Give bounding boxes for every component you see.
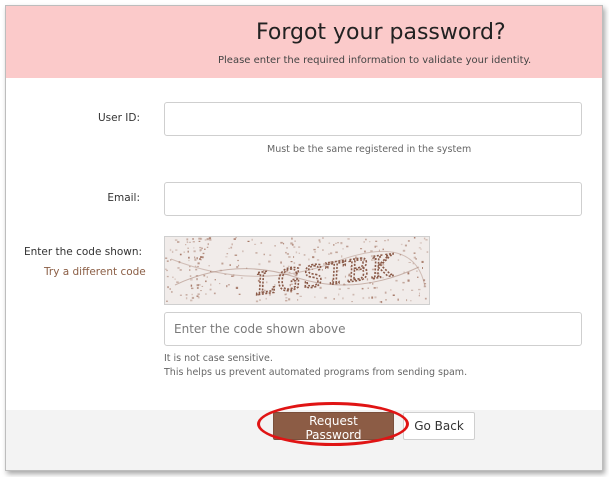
page-header: Forgot your password? Please enter the r… xyxy=(6,6,602,78)
user-id-input[interactable] xyxy=(164,102,582,136)
captcha-hint-case: It is not case sensitive. xyxy=(164,353,273,364)
request-password-button[interactable]: Request Password xyxy=(273,412,394,442)
user-id-label: User ID: xyxy=(98,112,140,124)
page-title: Forgot your password? xyxy=(256,20,506,45)
captcha-graphic: LGSTBK xyxy=(165,237,429,304)
captcha-hint-spam: This helps us prevent automated programs… xyxy=(164,367,468,378)
email-label: Email: xyxy=(107,192,140,204)
try-different-code-link[interactable]: Try a different code xyxy=(44,266,146,278)
go-back-button[interactable]: Go Back xyxy=(403,412,475,440)
captcha-input[interactable] xyxy=(164,312,582,346)
captcha-label: Enter the code shown: xyxy=(24,246,143,258)
captcha-text: LGSTBK xyxy=(252,248,397,302)
page-subtitle: Please enter the required information to… xyxy=(218,55,532,66)
password-reset-panel: Forgot your password? Please enter the r… xyxy=(5,5,603,471)
captcha-image: LGSTBK xyxy=(164,236,430,305)
email-input[interactable] xyxy=(164,182,582,216)
user-id-hint: Must be the same registered in the syste… xyxy=(267,144,472,155)
